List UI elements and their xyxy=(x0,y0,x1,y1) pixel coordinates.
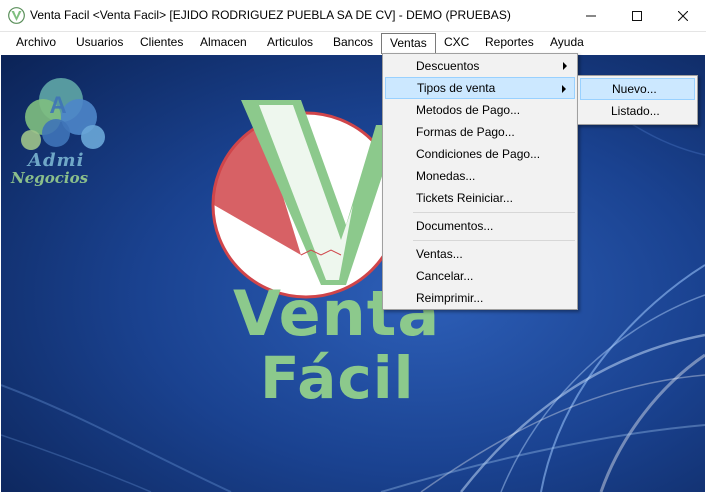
menu-reportes[interactable]: Reportes xyxy=(477,32,542,53)
menu-ventas[interactable]: Ventas xyxy=(381,33,436,54)
menu-usuarios[interactable]: Usuarios xyxy=(68,32,131,53)
corner-logo-text-1: Admi xyxy=(28,150,85,171)
menu-item-label: Reimprimir... xyxy=(416,291,484,305)
menu-item-label: Descuentos xyxy=(416,59,480,73)
corner-logo-text-2: Negocios xyxy=(11,169,89,187)
menu-item-condiciones-de-pago[interactable]: Condiciones de Pago... xyxy=(385,143,575,165)
menu-separator xyxy=(413,212,575,213)
menu-archivo[interactable]: Archivo xyxy=(8,32,64,53)
menu-bar: Archivo Usuarios Clientes Almacen Articu… xyxy=(0,32,706,54)
menu-item-label: Monedas... xyxy=(416,169,476,183)
svg-text:A: A xyxy=(49,92,66,119)
menu-item-reimprimir[interactable]: Reimprimir... xyxy=(385,287,575,309)
menu-item-tipos-de-venta[interactable]: Tipos de venta xyxy=(385,77,575,99)
minimize-icon xyxy=(586,15,596,16)
submenu-item-nuevo[interactable]: Nuevo... xyxy=(580,78,695,100)
menu-almacen[interactable]: Almacen xyxy=(192,32,255,53)
menu-item-label: Metodos de Pago... xyxy=(416,103,521,117)
submenu-arrow-icon xyxy=(563,62,567,70)
submenu-arrow-icon xyxy=(562,85,566,93)
menu-clientes[interactable]: Clientes xyxy=(132,32,191,53)
menu-item-label: Formas de Pago... xyxy=(416,125,515,139)
menu-item-label: Listado... xyxy=(611,104,660,118)
menu-item-tickets-reiniciar[interactable]: Tickets Reiniciar... xyxy=(385,187,575,209)
menu-ayuda[interactable]: Ayuda xyxy=(542,32,592,53)
window-title: Venta Facil <Venta Facil> [EJIDO RODRIGU… xyxy=(30,8,511,22)
submenu-item-listado[interactable]: Listado... xyxy=(580,100,695,122)
menu-item-monedas[interactable]: Monedas... xyxy=(385,165,575,187)
minimize-button[interactable] xyxy=(568,0,614,31)
menu-item-label: Tipos de venta xyxy=(417,81,496,95)
maximize-icon xyxy=(632,10,642,21)
tipos-de-venta-submenu: Nuevo... Listado... xyxy=(577,75,698,125)
menu-item-metodos-de-pago[interactable]: Metodos de Pago... xyxy=(385,99,575,121)
menu-separator xyxy=(413,240,575,241)
close-button[interactable] xyxy=(660,0,706,31)
ventas-dropdown-menu: Descuentos Tipos de venta Metodos de Pag… xyxy=(382,53,578,310)
menu-item-label: Cancelar... xyxy=(416,269,474,283)
menu-item-ventas[interactable]: Ventas... xyxy=(385,243,575,265)
title-bar: Venta Facil <Venta Facil> [EJIDO RODRIGU… xyxy=(0,0,706,32)
menu-item-label: Tickets Reiniciar... xyxy=(416,191,513,205)
maximize-button[interactable] xyxy=(614,0,660,31)
venta-facil-app-icon xyxy=(8,7,25,24)
brand-facil-text: Fácil xyxy=(260,344,415,412)
menu-articulos[interactable]: Articulos xyxy=(259,32,321,53)
menu-item-formas-de-pago[interactable]: Formas de Pago... xyxy=(385,121,575,143)
close-icon xyxy=(678,10,688,21)
menu-item-label: Documentos... xyxy=(416,219,494,233)
menu-item-label: Ventas... xyxy=(416,247,463,261)
menu-item-label: Nuevo... xyxy=(612,82,657,96)
menu-bancos[interactable]: Bancos xyxy=(325,32,381,53)
menu-cxc[interactable]: CXC xyxy=(436,32,477,53)
menu-item-label: Condiciones de Pago... xyxy=(416,147,541,161)
menu-item-descuentos[interactable]: Descuentos xyxy=(385,55,575,77)
menu-item-documentos[interactable]: Documentos... xyxy=(385,215,575,237)
menu-item-cancelar[interactable]: Cancelar... xyxy=(385,265,575,287)
